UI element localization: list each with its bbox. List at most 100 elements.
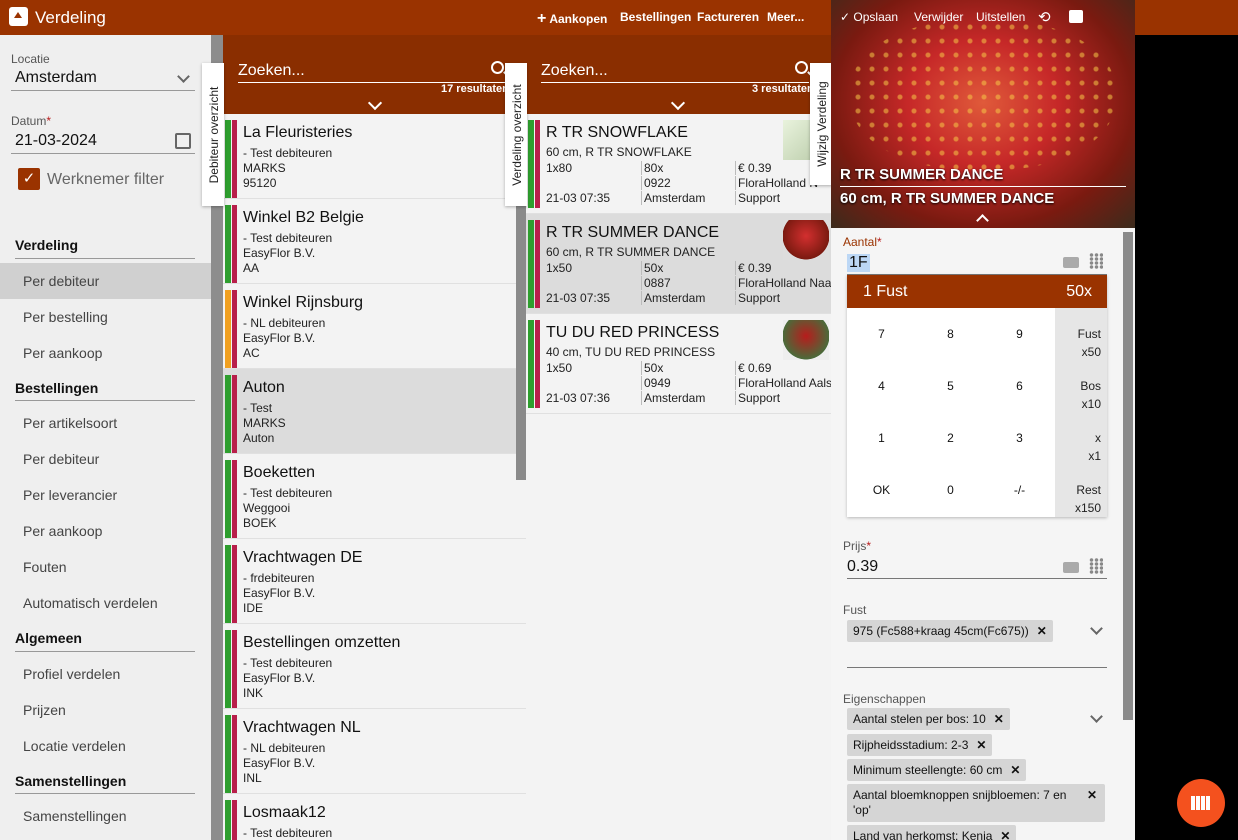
price-input[interactable]: 0.39 [847, 558, 878, 576]
unit-key-multiplier: x1 [1088, 449, 1101, 463]
sidebar-item-per-bestelling[interactable]: Per bestelling [0, 299, 211, 335]
distribution-overview-tab[interactable]: Verdeling overzicht [505, 63, 527, 206]
qty-label: Aantal* [843, 235, 882, 249]
location-select[interactable]: Amsterdam [15, 69, 97, 87]
keypad-key[interactable]: 3 [985, 431, 1054, 445]
clear-icon[interactable] [1063, 257, 1079, 268]
employee-filter-checkbox[interactable]: ✓ [18, 168, 40, 190]
debtor-row[interactable]: Vrachtwagen DE - frdebiteuren EasyFlor B.V… [223, 539, 526, 624]
section-algemeen: Algemeen [15, 630, 82, 646]
keypad-key[interactable]: 8 [916, 327, 985, 341]
keypad-key[interactable]: 9 [985, 327, 1054, 341]
edit-distribution-tab[interactable]: Wijzig Verdeling [810, 63, 832, 185]
product-time: 21-03 07:35 [546, 291, 611, 305]
debtor-row[interactable]: Boeketten - Test debiteuren Weggooi BOEK [223, 454, 526, 539]
debtor-row[interactable]: Bestellingen omzetten - Test debiteuren Ea… [223, 624, 526, 709]
keypad-key[interactable]: 0 [916, 483, 985, 497]
debtor-row[interactable]: La Fleuristeries - Test debiteuren MARKS 95… [223, 114, 526, 199]
keypad-unit-key[interactable]: Rest x150 [1055, 464, 1107, 516]
sidebar-item-orders-per-debiteur[interactable]: Per debiteur [0, 441, 211, 477]
product-row[interactable]: R TR SNOWFLAKE 60 cm, R TR SNOWFLAKE 1x80 2… [526, 114, 831, 214]
property-chip[interactable]: Minimum steellengte: 60 cm ✕ [847, 759, 1027, 781]
sidebar-item-fouten[interactable]: Fouten [0, 549, 211, 585]
close-icon[interactable]: ✕ [1087, 788, 1097, 803]
sidebar-item-prijzen[interactable]: Prijzen [0, 692, 211, 728]
product-thumbnail[interactable] [783, 320, 829, 360]
clear-icon[interactable] [1063, 562, 1079, 573]
chevron-down-icon[interactable] [1090, 710, 1103, 723]
sidebar-item-samenstellingen[interactable]: Samenstellingen [0, 798, 211, 834]
chevron-down-icon[interactable] [1090, 622, 1103, 635]
keypad-key[interactable]: 4 [847, 379, 916, 393]
sidebar-item-per-artikelsoort[interactable]: Per artikelsoort [0, 405, 211, 441]
print-icon[interactable] [1069, 10, 1083, 23]
debtor-row[interactable]: Losmaak12 - Test debiteuren [223, 794, 526, 840]
debtor-row[interactable]: Winkel Rijnsburg - NL debiteuren EasyFlor … [223, 284, 526, 369]
delete-button[interactable]: Verwijder [914, 10, 963, 24]
sidebar-item-per-debiteur[interactable]: Per debiteur [0, 263, 211, 299]
sidebar-item-per-aankoop[interactable]: Per aankoop [0, 335, 211, 371]
panel-scrollbar[interactable] [1123, 232, 1133, 720]
date-input[interactable]: 21-03-2024 [15, 132, 97, 150]
debtor-row[interactable]: Vrachtwagen NL - NL debiteuren EasyFlor B.… [223, 709, 526, 794]
add-purchase-button[interactable]: + Aankopen [537, 10, 607, 28]
sidebar-item-profiel-verdelen[interactable]: Profiel verdelen [0, 656, 211, 692]
property-chip[interactable]: Aantal stelen per bos: 10 ✕ [847, 708, 1010, 730]
keypad-key[interactable]: 5 [916, 379, 985, 393]
section-samenstellingen: Samenstellingen [15, 773, 127, 789]
search-icon[interactable] [795, 61, 808, 74]
sidebar-item-per-leverancier[interactable]: Per leverancier [0, 477, 211, 513]
chevron-down-icon[interactable] [177, 70, 190, 83]
save-button[interactable]: ✓ Opslaan [840, 10, 898, 24]
close-icon[interactable]: ✕ [994, 712, 1004, 726]
history-icon[interactable]: ⟲ [1038, 8, 1051, 26]
property-chip[interactable]: Rijpheidsstadium: 2-3 ✕ [847, 734, 993, 756]
chevron-down-icon[interactable] [367, 95, 383, 111]
app-grid-button[interactable] [1177, 779, 1225, 827]
fust-chip[interactable]: 975 (Fc588+kraag 45cm(Fc675)) ✕ [847, 620, 1053, 642]
debtor-name: Winkel B2 Belgie [243, 209, 364, 226]
more-nav-link[interactable]: Meer... [767, 10, 804, 24]
calendar-icon[interactable] [175, 133, 191, 149]
product-thumbnail[interactable] [783, 220, 829, 260]
close-icon[interactable]: ✕ [976, 738, 986, 752]
debtor-row[interactable]: Winkel B2 Belgie - Test debiteuren EasyFlo… [223, 199, 526, 284]
postpone-button[interactable]: Uitstellen [976, 10, 1025, 24]
status-bar [528, 320, 534, 408]
property-chip[interactable]: Aantal bloemknoppen snijbloemen: 7 en 'o… [847, 784, 1105, 822]
keypad-key[interactable]: 1 [847, 431, 916, 445]
keypad-toggle-icon[interactable] [1089, 253, 1103, 269]
keypad-key[interactable]: 2 [916, 431, 985, 445]
orders-nav-link[interactable]: Bestellingen [620, 10, 691, 24]
keypad-key[interactable]: OK [847, 483, 916, 497]
debtor-overview-tab[interactable]: Debiteur overzicht [202, 63, 224, 206]
keypad-unit-key[interactable]: Fust x50 [1055, 308, 1107, 360]
product-row[interactable]: R TR SUMMER DANCE 60 cm, R TR SUMMER DANC… [526, 214, 831, 314]
property-chip[interactable]: Land van herkomst: Kenia ✕ [847, 825, 1017, 840]
keypad-unit-key[interactable]: x x1 [1055, 412, 1107, 464]
search-icon[interactable] [491, 61, 504, 74]
sidebar-item-orders-per-aankoop[interactable]: Per aankoop [0, 513, 211, 549]
qty-input[interactable]: 1F [847, 254, 870, 272]
product-time: 21-03 07:35 [546, 191, 611, 205]
add-purchase-label: Aankopen [549, 12, 608, 26]
debtor-search-input[interactable]: Zoeken... [238, 62, 305, 80]
product-row[interactable]: TU DU RED PRINCESS 40 cm, TU DU RED PRINC… [526, 314, 831, 414]
invoice-nav-link[interactable]: Factureren [697, 10, 759, 24]
keypad-unit-key[interactable]: Bos x10 [1055, 360, 1107, 412]
debtor-row[interactable]: Auton - Test MARKS Auton [223, 369, 526, 454]
keypad-key[interactable]: 7 [847, 327, 916, 341]
sidebar-item-automatisch-verdelen[interactable]: Automatisch verdelen [0, 585, 211, 621]
keypad-key[interactable]: -/- [985, 483, 1054, 497]
keypad-toggle-icon[interactable] [1089, 558, 1103, 574]
close-icon[interactable]: ✕ [1000, 829, 1010, 840]
sidebar-item-locatie-verdelen[interactable]: Locatie verdelen [0, 728, 211, 764]
keypad-key[interactable]: 6 [985, 379, 1054, 393]
chevron-down-icon[interactable] [670, 95, 686, 111]
app-logo-icon[interactable] [9, 7, 28, 26]
product-search-input[interactable]: Zoeken... [541, 62, 608, 80]
product-lot: 0949 [641, 376, 671, 390]
close-icon[interactable]: ✕ [1037, 624, 1047, 638]
product-quantity: 50x [641, 261, 663, 275]
close-icon[interactable]: ✕ [1010, 763, 1020, 777]
